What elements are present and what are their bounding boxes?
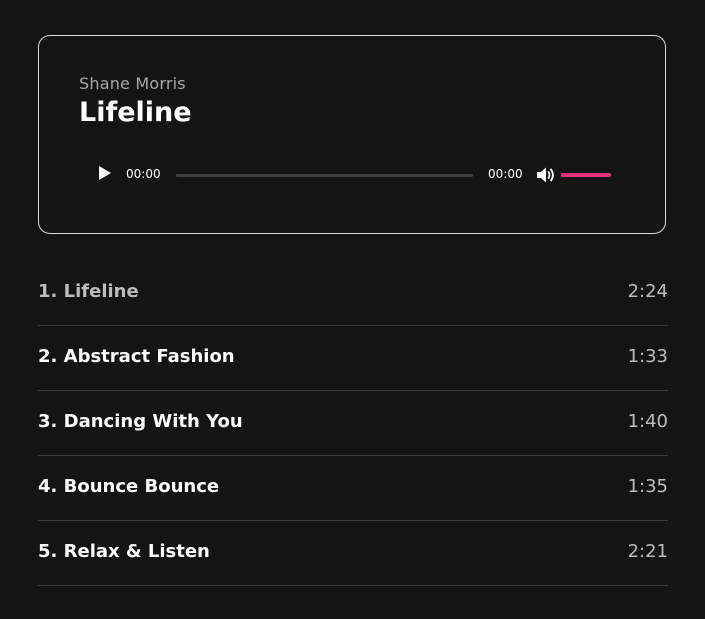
volume-fill bbox=[561, 173, 611, 177]
speaker-volume-icon bbox=[535, 167, 557, 189]
track-name: Bounce Bounce bbox=[63, 476, 220, 497]
artist-name: Shane Morris bbox=[79, 74, 186, 93]
track-duration: 1:40 bbox=[627, 411, 668, 432]
playlist-track[interactable]: 3. Dancing With You 1:40 bbox=[38, 391, 668, 456]
volume-slider[interactable] bbox=[561, 173, 611, 177]
play-button[interactable] bbox=[95, 165, 115, 185]
playlist-track[interactable]: 4. Bounce Bounce 1:35 bbox=[38, 456, 668, 521]
track-number: 3. bbox=[38, 411, 58, 432]
playlist-track[interactable]: 2. Abstract Fashion 1:33 bbox=[38, 326, 668, 391]
track-number: 2. bbox=[38, 346, 58, 367]
track-duration: 2:24 bbox=[627, 281, 668, 302]
track-name: Abstract Fashion bbox=[63, 346, 235, 367]
track-number: 5. bbox=[38, 541, 58, 562]
current-time: 00:00 bbox=[126, 167, 161, 181]
playlist-track[interactable]: 1. Lifeline 2:24 bbox=[38, 261, 668, 326]
track-duration: 1:33 bbox=[627, 346, 668, 367]
audio-controls: 00:00 00:00 bbox=[95, 162, 615, 188]
mute-button[interactable] bbox=[535, 165, 557, 185]
track-title: 3. Dancing With You bbox=[38, 411, 243, 432]
total-time: 00:00 bbox=[488, 167, 523, 181]
track-duration: 2:21 bbox=[627, 541, 668, 562]
audio-player-card: Shane Morris Lifeline 00:00 00:00 bbox=[38, 35, 666, 234]
progress-slider[interactable] bbox=[176, 174, 473, 177]
play-icon bbox=[98, 165, 112, 185]
track-title: 2. Abstract Fashion bbox=[38, 346, 235, 367]
track-title: 1. Lifeline bbox=[38, 281, 139, 302]
track-number: 1. bbox=[38, 281, 58, 302]
track-name: Lifeline bbox=[63, 281, 139, 302]
playlist-track[interactable]: 5. Relax & Listen 2:21 bbox=[38, 521, 668, 586]
music-player-page: Shane Morris Lifeline 00:00 00:00 1. Lif… bbox=[0, 0, 705, 619]
track-name: Relax & Listen bbox=[63, 541, 210, 562]
song-title: Lifeline bbox=[79, 97, 192, 128]
playlist: 1. Lifeline 2:24 2. Abstract Fashion 1:33 3.… bbox=[38, 261, 668, 586]
track-name: Dancing With You bbox=[63, 411, 243, 432]
track-title: 5. Relax & Listen bbox=[38, 541, 210, 562]
track-number: 4. bbox=[38, 476, 58, 497]
track-title: 4. Bounce Bounce bbox=[38, 476, 219, 497]
track-duration: 1:35 bbox=[627, 476, 668, 497]
